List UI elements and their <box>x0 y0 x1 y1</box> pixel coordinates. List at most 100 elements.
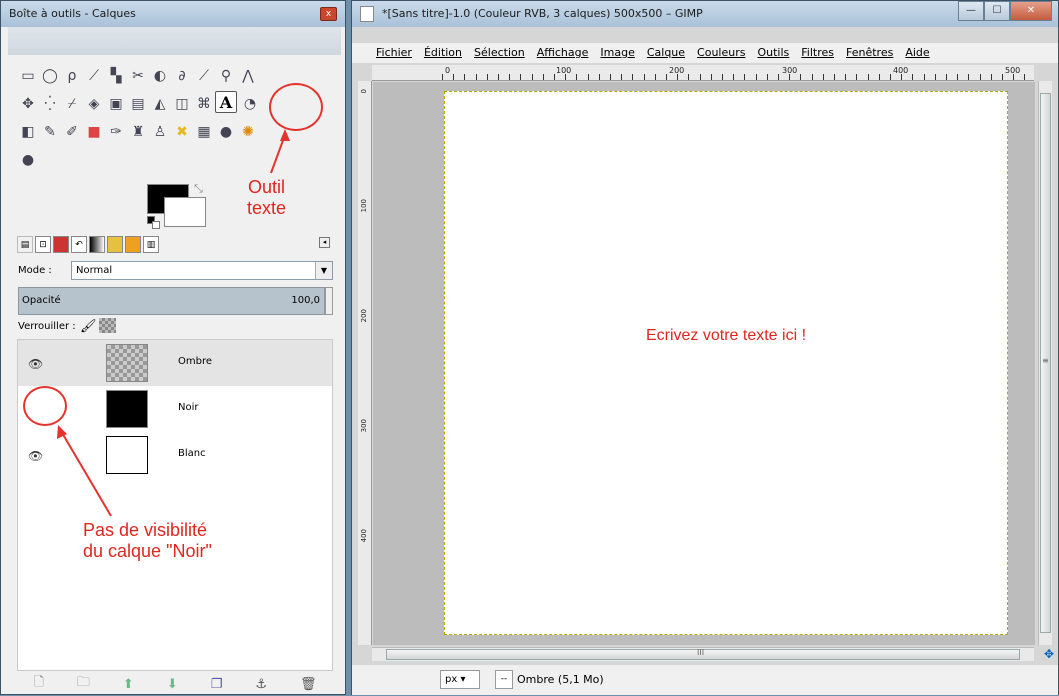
tab-patterns[interactable] <box>125 236 141 253</box>
smudge-icon[interactable]: ✺ <box>237 121 259 143</box>
new-layer-icon[interactable]: 🗋 <box>33 673 43 695</box>
ruler-tick <box>890 74 891 80</box>
zoom-icon[interactable]: ⚲ <box>215 65 237 87</box>
duplicate-layer-icon[interactable]: ❐ <box>211 677 223 692</box>
ruler-tick <box>610 74 611 80</box>
ellipse-select-icon[interactable]: ◯ <box>39 65 61 87</box>
menu-filtres[interactable]: Filtres <box>795 43 840 63</box>
lock-pixels-icon[interactable]: 🖌 <box>80 319 97 334</box>
vertical-scrollbar[interactable]: ≡ <box>1038 81 1052 645</box>
mode-select[interactable]: Normal ▼ <box>71 261 333 280</box>
horizontal-scrollbar[interactable]: III <box>372 647 1034 661</box>
align-icon[interactable]: ⁛ <box>39 93 61 115</box>
opacity-slider[interactable]: Opacité 100,0 <box>18 287 325 315</box>
menu-fenetres[interactable]: Fenêtres <box>840 43 899 63</box>
unit-select[interactable]: px ▾ <box>440 670 480 689</box>
blur-icon[interactable]: ● <box>215 121 237 143</box>
airbrush-icon[interactable]: ✑ <box>105 121 127 143</box>
opacity-spinner[interactable] <box>325 287 333 315</box>
tab-fonts[interactable]: ▥ <box>143 236 159 253</box>
vertical-scroll-thumb[interactable]: ≡ <box>1040 93 1051 633</box>
cage-icon[interactable]: ⌘ <box>193 93 215 115</box>
window-controls: — ☐ ✕ <box>958 1 1052 21</box>
scissors-icon[interactable]: ✂ <box>127 65 149 87</box>
layer-thumbnail <box>106 344 148 382</box>
measure-icon[interactable]: ⋀ <box>237 65 259 87</box>
text-tool-icon[interactable]: A <box>215 91 237 113</box>
lower-layer-icon[interactable]: ⬇ <box>167 677 178 692</box>
paths-icon[interactable]: ∂ <box>171 65 193 87</box>
ruler-tick <box>576 74 577 80</box>
zoom-select[interactable]: -- <box>495 670 513 689</box>
heal-icon[interactable]: ✖ <box>171 121 193 143</box>
ruler-tick <box>700 74 701 80</box>
menu-aide[interactable]: Aide <box>899 43 935 63</box>
canvas-area[interactable]: Ecrivez votre texte ici ! <box>373 82 1035 645</box>
ink-icon[interactable]: ♜ <box>127 121 149 143</box>
eraser-icon[interactable]: ■ <box>83 121 105 143</box>
tab-layers[interactable]: ▤ <box>17 236 33 253</box>
canvas-annotation-text: Ecrivez votre texte ici ! <box>645 327 807 344</box>
menu-outils[interactable]: Outils <box>751 43 795 63</box>
menu-selection[interactable]: Sélection <box>468 43 531 63</box>
bucket-fill-icon[interactable]: ◔ <box>239 93 261 115</box>
tab-brushes[interactable] <box>107 236 123 253</box>
swap-colors-icon[interactable]: ⤡ <box>194 182 203 196</box>
rect-select-icon[interactable]: ▭ <box>17 65 39 87</box>
visibility-eye-icon[interactable]: 👁 <box>28 357 43 371</box>
ruler-tick <box>442 74 443 80</box>
maximize-button[interactable]: ☐ <box>984 1 1010 21</box>
ruler-tick <box>476 74 477 80</box>
menu-couleurs[interactable]: Couleurs <box>691 43 751 63</box>
toolbox-close-button[interactable]: x <box>320 7 337 21</box>
opacity-value: 100,0 <box>291 295 320 306</box>
dodge-burn-icon[interactable]: ● <box>17 149 39 171</box>
visibility-annotation: Pas de visibilité du calque "Noir" <box>83 520 212 562</box>
perspective-icon[interactable]: ◭ <box>149 93 171 115</box>
ruler-tick <box>520 74 521 80</box>
lock-label: Verrouiller : <box>18 321 76 332</box>
new-layer-group-icon[interactable]: 🗀 <box>77 673 90 695</box>
blend-icon[interactable]: ◧ <box>17 121 39 143</box>
menu-calque[interactable]: Calque <box>641 43 691 63</box>
anchor-layer-icon[interactable]: ⚓ <box>255 677 267 692</box>
close-button[interactable]: ✕ <box>1010 1 1052 21</box>
visibility-eye-icon[interactable]: 👁 <box>28 449 43 463</box>
rotate-icon[interactable]: ◈ <box>83 93 105 115</box>
tab-menu-icon[interactable]: ◂ <box>319 237 330 248</box>
menu-affichage[interactable]: Affichage <box>531 43 595 63</box>
background-color-swatch[interactable] <box>164 197 206 227</box>
scale-icon[interactable]: ▣ <box>105 93 127 115</box>
perspective-clone-icon[interactable]: ▦ <box>193 121 215 143</box>
ruler-tick <box>845 74 846 80</box>
shear-icon[interactable]: ▤ <box>127 93 149 115</box>
layer-row-blanc[interactable]: 👁 Blanc <box>18 432 332 478</box>
color-picker-icon[interactable]: ⟋ <box>193 65 215 87</box>
layer-row-ombre[interactable]: 👁 Ombre <box>18 340 332 386</box>
pencil-icon[interactable]: ✎ <box>39 121 61 143</box>
clone-icon[interactable]: ♙ <box>149 121 171 143</box>
tab-gradients[interactable] <box>89 236 105 253</box>
paintbrush-icon[interactable]: ✐ <box>61 121 83 143</box>
horizontal-scroll-thumb[interactable]: III <box>386 648 1020 660</box>
menu-edition[interactable]: Édition <box>418 43 468 63</box>
raise-layer-icon[interactable]: ⬆ <box>123 677 134 692</box>
tab-undo[interactable]: ↶ <box>71 236 87 253</box>
foreground-select-icon[interactable]: ◐ <box>149 65 171 87</box>
color-select-icon[interactable]: ▚ <box>105 65 127 87</box>
flip-icon[interactable]: ◫ <box>171 93 193 115</box>
minimize-button[interactable]: — <box>958 1 984 21</box>
toolbox-titlebar: Boîte à outils - Calques <box>1 1 345 27</box>
menu-image[interactable]: Image <box>594 43 640 63</box>
delete-layer-icon[interactable]: 🗑 <box>300 677 317 692</box>
tab-paths[interactable] <box>53 236 69 253</box>
tab-channels[interactable]: ⊡ <box>35 236 51 253</box>
lock-alpha-icon[interactable] <box>99 318 116 333</box>
navigate-icon[interactable]: ✥ <box>1044 647 1054 661</box>
move-icon[interactable]: ✥ <box>17 93 39 115</box>
fuzzy-select-icon[interactable]: ⟋ <box>83 65 105 87</box>
image-canvas[interactable]: Ecrivez votre texte ici ! <box>444 91 1008 635</box>
crop-icon[interactable]: ⌿ <box>61 93 83 115</box>
free-select-icon[interactable]: ρ <box>61 65 83 87</box>
menu-fichier[interactable]: Fichier <box>370 43 418 63</box>
